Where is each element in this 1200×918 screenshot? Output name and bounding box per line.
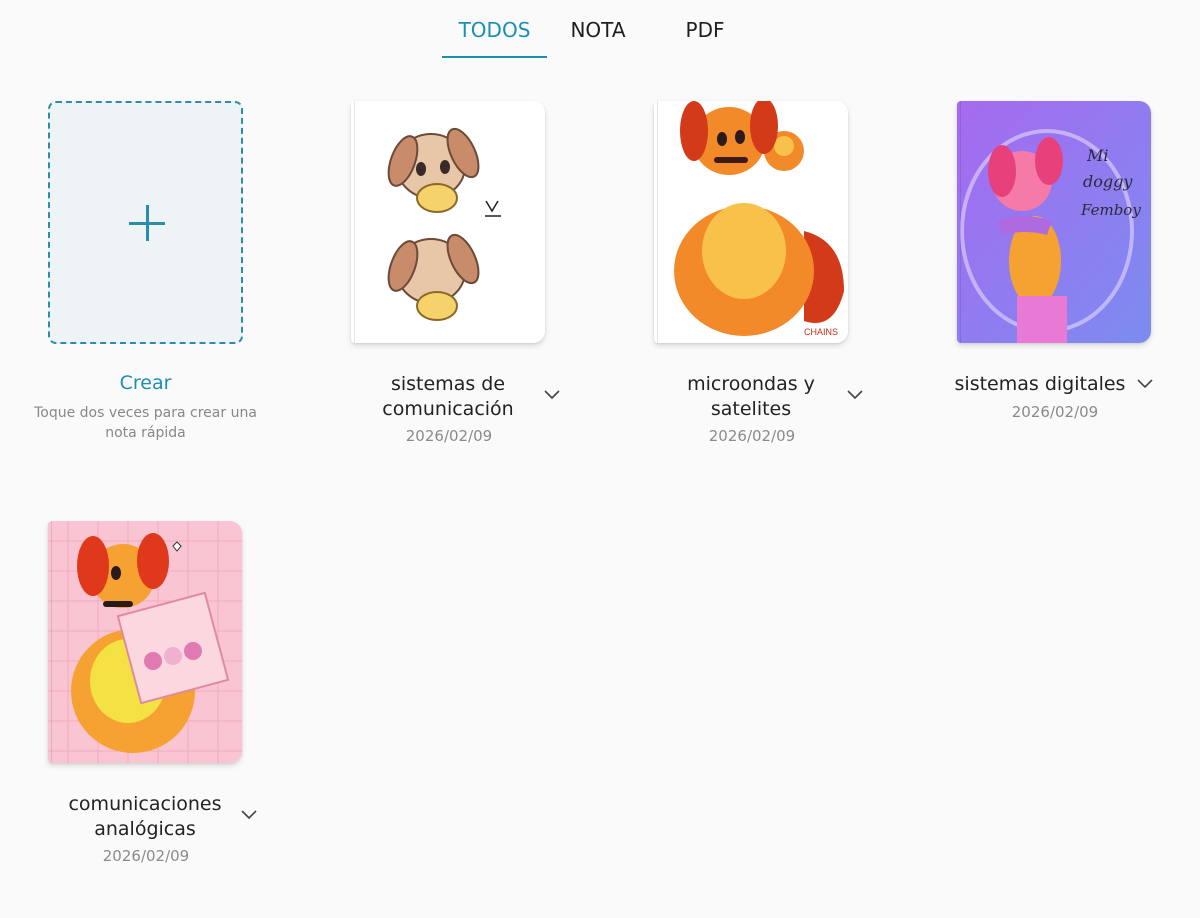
notebook-title-line: microondas y xyxy=(687,373,815,395)
notebook-cover[interactable] xyxy=(48,521,242,763)
notebook-cover[interactable]: CHAINS xyxy=(654,101,848,343)
cover-art-pink-donut-character xyxy=(48,521,242,763)
tab-todos[interactable]: TODOS xyxy=(442,18,547,42)
tab-nota[interactable]: NOTA xyxy=(550,18,646,42)
notebook-title-line: sistemas de xyxy=(390,373,506,395)
create-notebook-button[interactable] xyxy=(48,101,243,344)
notebook-title-line: comunicaciones xyxy=(68,793,222,815)
chevron-down-icon[interactable] xyxy=(1136,377,1154,389)
notebook-title-line: analógicas xyxy=(94,818,196,840)
notebook-title[interactable]: microondas y satelites xyxy=(646,372,856,422)
tab-bar: TODOS NOTA PDF xyxy=(0,0,1200,60)
notebook-date: 2026/02/09 xyxy=(405,427,493,445)
notebook-title-line: comunicación xyxy=(382,398,514,420)
notebook-title[interactable]: sistemas de comunicación xyxy=(343,372,553,422)
chevron-down-icon[interactable] xyxy=(543,388,561,400)
svg-text:CHAINS: CHAINS xyxy=(804,327,838,337)
svg-text:Femboy: Femboy xyxy=(1080,201,1141,219)
create-hint: Toque dos veces para crear una nota rápi… xyxy=(34,405,257,441)
cover-art-purple-character: Mi doggy Femboy xyxy=(957,101,1151,343)
active-tab-indicator xyxy=(442,56,547,58)
notebook-cover[interactable] xyxy=(351,101,545,343)
notebook-date: 2026/02/09 xyxy=(102,847,190,865)
notebook-date: 2026/02/09 xyxy=(1011,403,1099,421)
notebook-title-line: satelites xyxy=(710,398,792,420)
svg-text:doggy: doggy xyxy=(1083,172,1133,191)
notebook-title[interactable]: sistemas digitales xyxy=(940,372,1140,397)
create-label[interactable]: Crear xyxy=(48,372,243,394)
notebook-title-line: sistemas digitales xyxy=(954,373,1126,395)
tab-pdf[interactable]: PDF xyxy=(660,18,750,42)
notebook-cover[interactable]: Mi doggy Femboy xyxy=(957,101,1151,343)
chevron-down-icon[interactable] xyxy=(240,808,258,820)
svg-text:Mi: Mi xyxy=(1086,146,1109,165)
chevron-down-icon[interactable] xyxy=(846,388,864,400)
notebook-title[interactable]: comunicaciones analógicas xyxy=(40,792,250,842)
cover-art-orange-dog: CHAINS xyxy=(654,101,848,343)
notebook-date: 2026/02/09 xyxy=(708,427,796,445)
plus-icon-vertical xyxy=(146,205,149,241)
cover-art-puppies xyxy=(351,101,545,343)
